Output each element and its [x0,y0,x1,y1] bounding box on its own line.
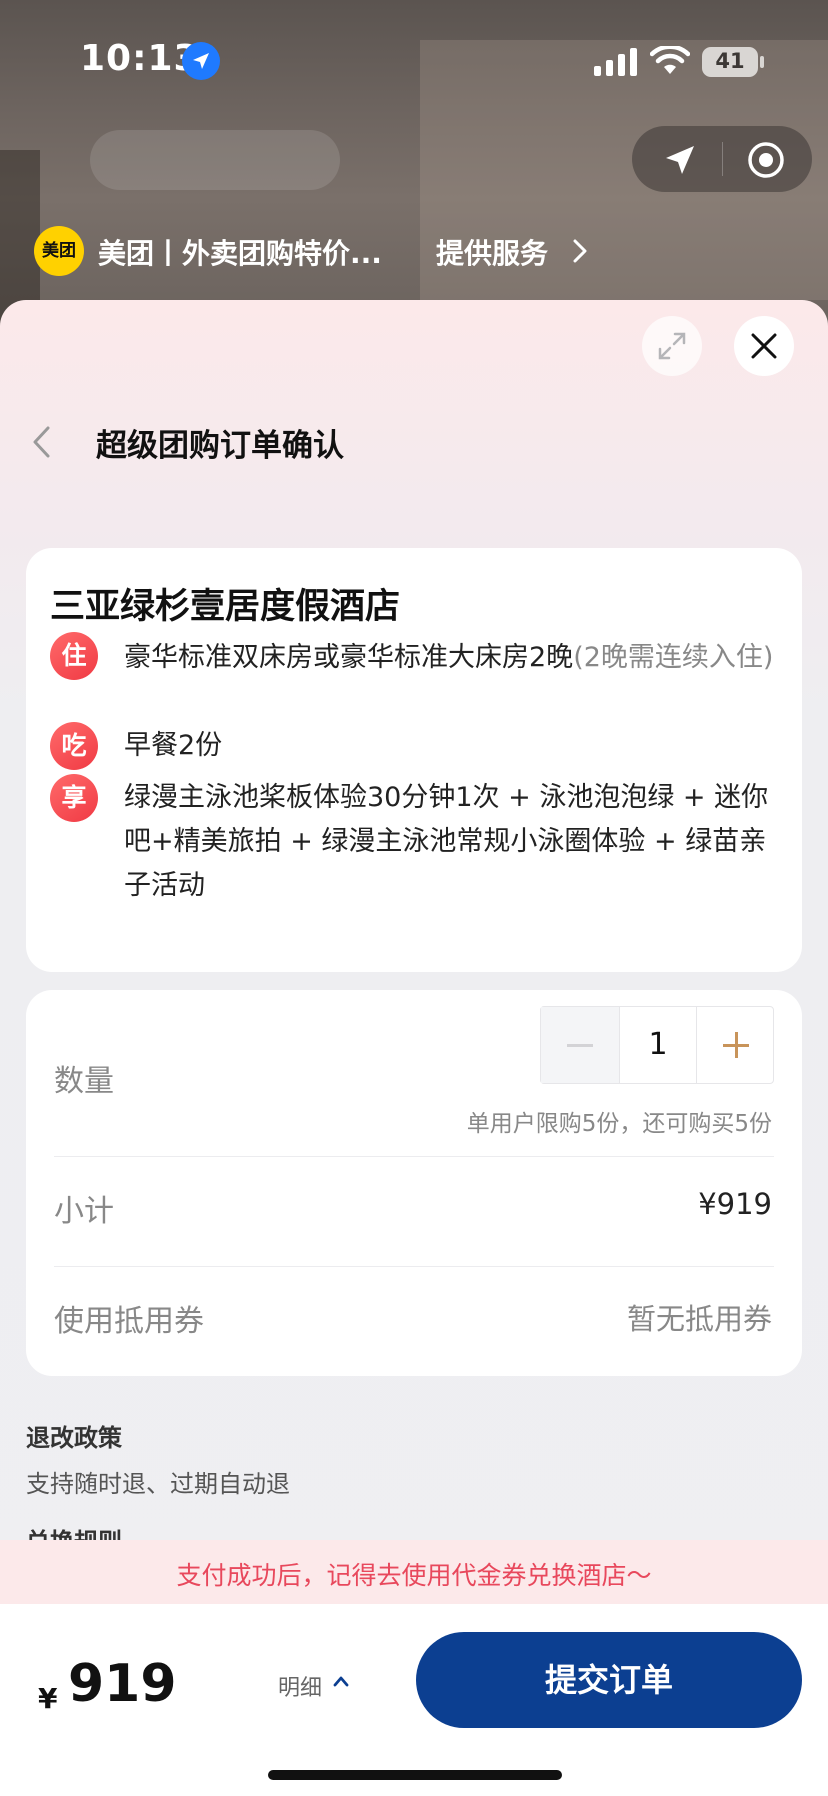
stay-note: (2晚需连续入住) [573,642,774,673]
back-arrow-icon[interactable] [26,422,56,462]
chevron-up-icon[interactable] [332,1674,350,1688]
checkout-bar: ¥ 919 明细 提交订单 [0,1604,828,1796]
coupon-value[interactable]: 暂无抵用券 [627,1296,772,1338]
expand-button[interactable] [642,316,702,376]
stay-description: 豪华标准双床房或豪华标准大床房2晚(2晚需连续入住) [124,636,776,680]
submit-order-button[interactable]: 提交订单 [416,1632,802,1728]
stay-text: 豪华标准双床房或豪华标准大床房2晚 [124,642,574,673]
location-arrow-icon [182,42,220,80]
quantity-value[interactable]: 1 [619,1007,697,1083]
mini-program-capsule [632,126,812,192]
total-price: 919 [68,1654,177,1714]
close-program-icon[interactable] [746,140,786,180]
enjoy-description: 绿漫主泳池桨板体验30分钟1次 + 泳池泡泡绿 + 迷你吧+精美旅拍 + 绿漫主… [124,782,769,901]
refund-policy-title: 退改政策 [26,1424,122,1452]
quantity-label: 数量 [54,1064,114,1099]
dining-description: 早餐2份 [124,730,223,761]
wifi-icon [650,46,690,74]
decrease-button[interactable] [541,1007,619,1083]
battery-level: 41 [715,49,745,73]
subtotal-value: ¥919 [698,1187,772,1221]
enjoy-tag: 享 [50,774,98,822]
purchase-limit-note: 单用户限购5份，还可购买5份 [466,1111,772,1137]
chevron-right-icon [573,239,587,263]
navigation-arrow-icon[interactable] [660,140,700,180]
divider [54,1266,774,1267]
meituan-logo: 美团 [34,226,84,276]
hotel-package-card: 三亚绿杉壹居度假酒店 住 豪华标准双床房或豪华标准大床房2晚(2晚需连续入住) … [26,548,802,972]
increase-button[interactable] [697,1007,775,1083]
order-sheet: 超级团购订单确认 三亚绿杉壹居度假酒店 住 豪华标准双床房或豪华标准大床房2晚(… [0,300,828,1796]
currency-symbol: ¥ [38,1682,58,1715]
stay-tag: 住 [50,632,98,680]
price-detail-link[interactable]: 明细 [278,1670,322,1702]
payment-notice-banner: 支付成功后，记得去使用代金券兑换酒店～ [0,1540,828,1604]
divider [54,1156,774,1157]
quantity-stepper: 1 [540,1006,774,1084]
close-icon [751,333,777,359]
close-button[interactable] [734,316,794,376]
dining-tag: 吃 [50,722,98,770]
cellular-signal-icon [594,48,637,76]
refund-policy-text: 支持随时退、过期自动退 [26,1470,290,1498]
service-provider-link[interactable]: 提供服务 [436,232,548,272]
subtotal-label: 小计 [54,1194,114,1229]
page-title: 超级团购订单确认 [96,428,344,464]
exchange-rules-title: 兑换规则 [26,1522,122,1540]
home-indicator [268,1770,562,1780]
coupon-label[interactable]: 使用抵用券 [54,1296,204,1340]
mini-program-name[interactable]: 美团丨外卖团购特价... [98,232,382,272]
battery-icon: 41 [702,47,758,77]
expand-icon [658,332,686,360]
order-detail-card: 数量 1 单用户限购5份，还可购买5份 小计 ¥919 使用抵用券 暂无抵用券 [26,990,802,1376]
payment-notice-text: 支付成功后，记得去使用代金券兑换酒店～ [176,1561,652,1590]
hotel-name: 三亚绿杉壹居度假酒店 [50,587,401,627]
